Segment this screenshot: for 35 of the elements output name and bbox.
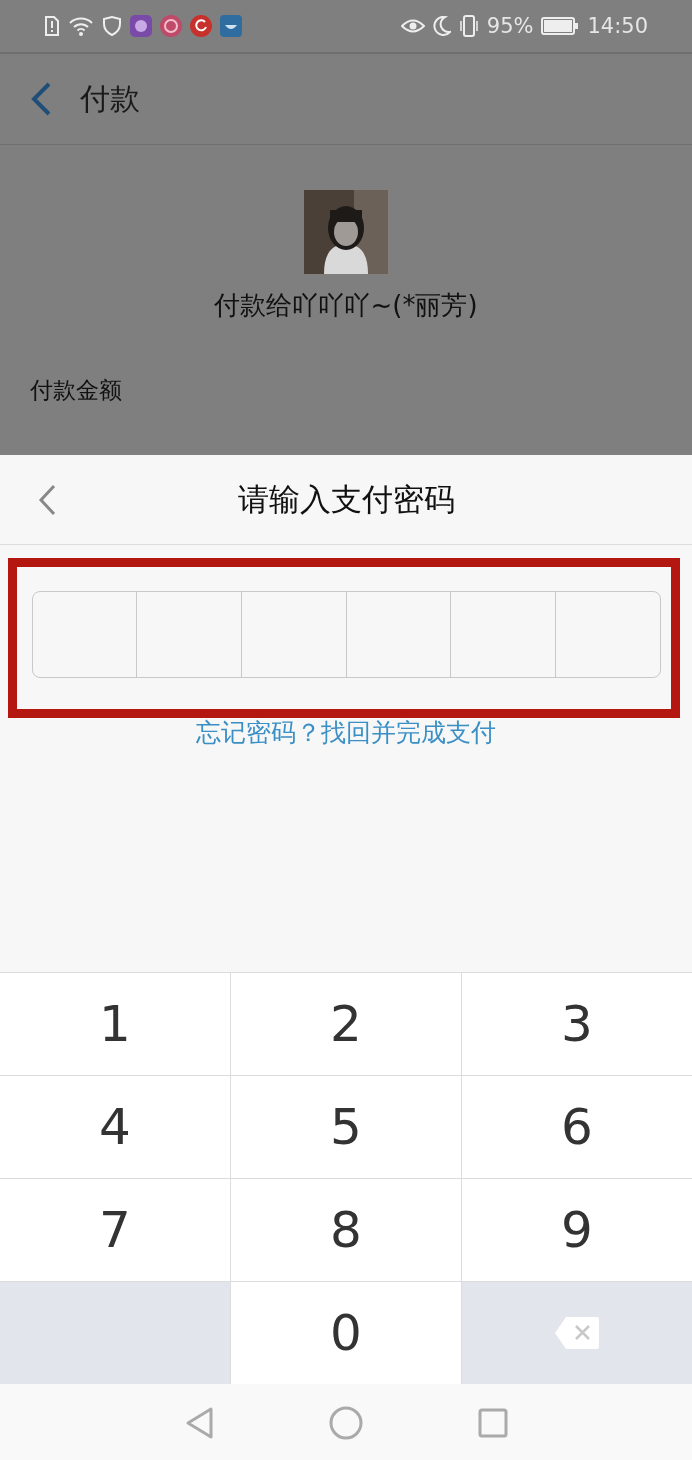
battery-icon	[541, 17, 580, 35]
sim-alert-icon	[44, 16, 60, 36]
payee-name: 付款给吖吖吖~(*丽芳)	[214, 289, 478, 322]
amount-label: 付款金额	[30, 376, 122, 405]
app-icon	[220, 15, 242, 37]
back-icon[interactable]	[30, 82, 52, 116]
home-nav-icon[interactable]	[329, 1406, 363, 1440]
digit-key[interactable]: 4	[0, 1076, 230, 1178]
sheet-title: 请输入支付密码	[237, 479, 455, 519]
digit-key[interactable]: 0	[231, 1282, 461, 1384]
wifi-icon	[68, 16, 94, 36]
back-icon[interactable]	[36, 483, 58, 517]
digit-key[interactable]: 9	[462, 1179, 692, 1281]
app-icon	[160, 15, 182, 37]
digit-key[interactable]: 7	[0, 1179, 230, 1281]
shield-icon	[102, 16, 122, 36]
recents-nav-icon[interactable]	[478, 1408, 508, 1438]
digit-key[interactable]: 6	[462, 1076, 692, 1178]
password-field[interactable]	[31, 591, 661, 678]
back-nav-icon[interactable]	[184, 1406, 214, 1440]
digit-key[interactable]: 2	[231, 973, 461, 1075]
digit-key[interactable]: 3	[462, 973, 692, 1075]
moon-icon	[432, 16, 451, 36]
page-title: 付款	[80, 79, 140, 118]
battery-percent: 95%	[486, 14, 534, 38]
eye-icon	[400, 17, 425, 35]
digit-key[interactable]: 8	[231, 1179, 461, 1281]
app-icon	[190, 15, 212, 37]
clock-time: 14:50	[587, 14, 648, 38]
digit-key[interactable]: 1	[0, 973, 230, 1075]
backspace-icon	[554, 1316, 600, 1350]
digit-key[interactable]: 5	[231, 1076, 461, 1178]
app-icon	[130, 15, 152, 37]
vibrate-icon	[458, 15, 479, 37]
backspace-key[interactable]	[462, 1282, 692, 1384]
